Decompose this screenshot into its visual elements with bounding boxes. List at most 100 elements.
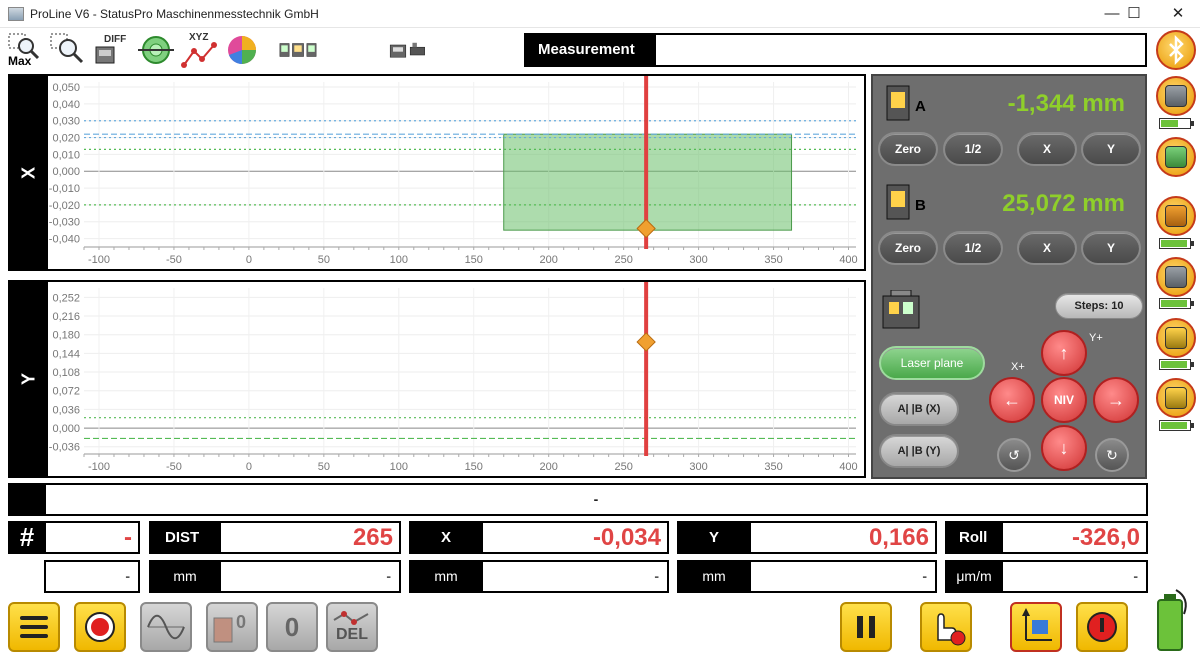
delete-button[interactable]: DEL xyxy=(326,602,378,652)
steps-button[interactable]: Steps: 10 xyxy=(1055,293,1143,319)
xyz-button[interactable]: XYZ xyxy=(180,31,220,69)
sensor-a-y-button[interactable]: Y xyxy=(1081,132,1141,166)
sensor-zero-button[interactable]: 0 xyxy=(206,602,258,652)
level-target-icon xyxy=(138,36,174,64)
x-tick-label: 50 xyxy=(318,461,330,473)
left-arrow-button[interactable]: ← xyxy=(989,377,1035,423)
x-tick-label: -50 xyxy=(166,254,182,266)
dist-label: DIST xyxy=(149,521,221,554)
sensor-a-half-button[interactable]: 1/2 xyxy=(943,132,1003,166)
y-chart[interactable]: 0,252 0,216 0,180 0,144 0,108 0,072 0,036 0,000… xyxy=(48,282,864,476)
laser-plane-button[interactable]: Laser plane xyxy=(879,346,985,380)
sensor-b-zero-button[interactable]: Zero xyxy=(878,231,938,265)
niv-button[interactable]: NIV xyxy=(1041,377,1087,423)
parallel-y-button[interactable]: A| |B (Y) xyxy=(879,434,959,468)
x-sub-value: - xyxy=(483,560,669,593)
sensor-b-status-icon xyxy=(1165,387,1187,409)
battery-indicator xyxy=(1159,298,1194,309)
rotate-ccw-button[interactable]: ↺ xyxy=(997,438,1031,472)
sensor-a-zero-button[interactable]: Zero xyxy=(878,132,938,166)
hash-value: - xyxy=(46,521,140,554)
bluetooth-icon xyxy=(1169,34,1184,66)
x-chart[interactable]: 0,050 0,040 0,030 0,020 0,010 0,000 -0,010 -0,0… xyxy=(48,76,864,269)
battery-indicator xyxy=(1159,420,1194,431)
maximize-button[interactable]: ☐ xyxy=(1112,0,1156,28)
y-label: Y xyxy=(677,521,751,554)
x-tick-label: 50 xyxy=(318,254,330,266)
pause-button[interactable] xyxy=(840,602,892,652)
sensor-a-x-button[interactable]: X xyxy=(1017,132,1077,166)
y-tick-label: 0,040 xyxy=(52,99,80,111)
sensor-setup-button[interactable] xyxy=(278,31,364,69)
y-tick-label: -0,010 xyxy=(49,183,80,195)
app-window: ProLine V6 - StatusPro Maschinenmesstech… xyxy=(0,0,1200,659)
sensor-zero-icon: 0 xyxy=(213,612,246,643)
x-tick-label: 0 xyxy=(246,254,252,266)
bluetooth-button[interactable] xyxy=(1156,30,1196,70)
y-tick-label: 0,252 xyxy=(52,292,80,304)
app-icon xyxy=(8,7,24,21)
zero-button[interactable]: 0 xyxy=(266,602,318,652)
roll-value: -326,0 xyxy=(1003,521,1148,554)
right-arrow-button[interactable]: → xyxy=(1093,377,1139,423)
x-value: -0,034 xyxy=(483,521,669,554)
y-tick-label: 0,036 xyxy=(52,404,80,416)
y-tick-label: 0,010 xyxy=(52,149,80,161)
level-button[interactable] xyxy=(136,31,176,69)
power-button[interactable] xyxy=(1076,602,1128,652)
x-tick-label: 400 xyxy=(839,461,857,473)
dist-value: 265 xyxy=(221,521,401,554)
x-tick-label: 300 xyxy=(689,461,707,473)
laser-unit-icon xyxy=(1165,85,1187,107)
y-tick-label: 0,216 xyxy=(52,311,80,323)
x-tick-label: -50 xyxy=(166,461,182,473)
diff-button[interactable]: DIFF xyxy=(92,31,132,69)
wave-button[interactable] xyxy=(140,602,192,652)
x-tick-label: 100 xyxy=(390,254,408,266)
yplus-label: Y+ xyxy=(1089,332,1103,344)
laser-unit-button[interactable] xyxy=(1156,76,1196,116)
battery-charging-icon xyxy=(1157,589,1187,651)
zoom-button[interactable] xyxy=(48,31,88,69)
battery-indicator xyxy=(1159,238,1194,249)
zoom-max-label: Max xyxy=(8,54,32,68)
battery-fill xyxy=(1161,120,1178,127)
title-bar: ProLine V6 - StatusPro Maschinenmesstech… xyxy=(0,0,1200,28)
y-tick-label: -0,040 xyxy=(49,234,80,246)
measurement-field[interactable] xyxy=(656,33,1147,67)
sensor-a-value: -1,344 mm xyxy=(1007,90,1125,117)
sensor-b-half-button[interactable]: 1/2 xyxy=(943,231,1003,265)
y-tick-label: 0,072 xyxy=(52,386,80,398)
down-arrow-button[interactable]: ↓ xyxy=(1041,425,1087,471)
zoom-max-button[interactable]: Max xyxy=(6,31,46,69)
menu-button[interactable] xyxy=(8,602,60,652)
transmitter-icon xyxy=(1165,266,1187,288)
parallel-x-button[interactable]: A| |B (X) xyxy=(879,392,959,426)
up-arrow-button[interactable]: ↑ xyxy=(1041,330,1087,376)
sensor-b-y-button[interactable]: Y xyxy=(1081,231,1141,265)
rotate-cw-button[interactable]: ↻ xyxy=(1095,438,1129,472)
laser-device-button[interactable] xyxy=(388,31,460,69)
pie-chart-button[interactable] xyxy=(222,31,262,69)
sensor-a-status-button[interactable] xyxy=(1156,318,1196,358)
sensor-b-status-button[interactable] xyxy=(1156,378,1196,418)
xyz-label: XYZ xyxy=(189,32,209,43)
battery-fill xyxy=(1161,240,1187,247)
x-tick-label: 200 xyxy=(540,254,558,266)
y-tick-label: 0,000 xyxy=(52,166,80,178)
sensor-b-x-button[interactable]: X xyxy=(1017,231,1077,265)
axis-orientation-button[interactable] xyxy=(1010,602,1062,652)
touch-record-button[interactable] xyxy=(920,602,972,652)
status-text: - xyxy=(593,491,599,507)
x-label: X xyxy=(409,521,483,554)
x-chart-axis-text: X xyxy=(18,166,39,179)
touch-record-icon xyxy=(937,613,966,646)
close-button[interactable]: ✕ xyxy=(1156,0,1200,28)
transmitter-button[interactable] xyxy=(1156,257,1196,297)
x-tick-label: 200 xyxy=(540,461,558,473)
record-button[interactable] xyxy=(74,602,126,652)
x-tick-label: 100 xyxy=(390,461,408,473)
display-unit-button[interactable] xyxy=(1156,137,1196,177)
x-tick-label: -100 xyxy=(88,461,110,473)
receiver-r-button[interactable] xyxy=(1156,196,1196,236)
